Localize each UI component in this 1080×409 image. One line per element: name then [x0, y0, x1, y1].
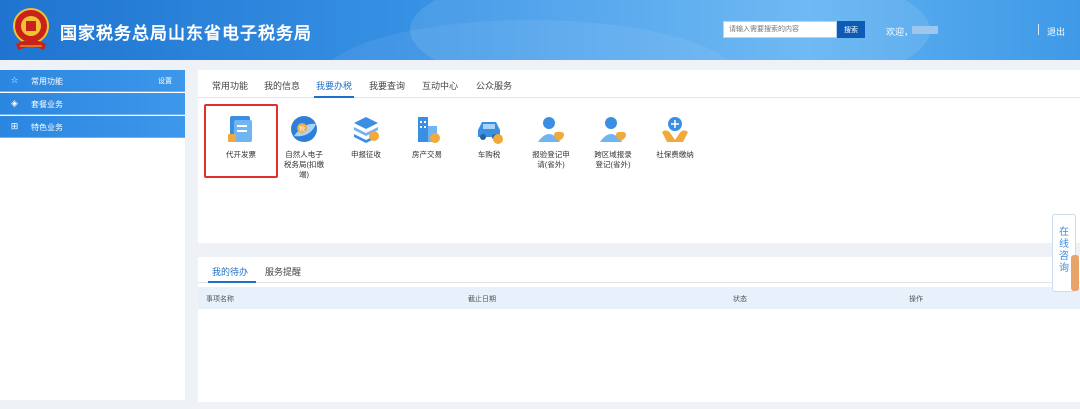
active-tab-indicator — [208, 281, 256, 283]
star-icon: ☆ — [10, 75, 19, 85]
func-label: 申报征收 — [351, 150, 381, 159]
online-consult-button[interactable]: 在 线 咨 询 — [1052, 214, 1079, 292]
sidebar-item-special[interactable]: ⊞ 特色业务 — [0, 116, 185, 138]
sidebar-item-common[interactable]: ☆ 常用功能 设置 — [0, 70, 185, 92]
func-label: 请(省外) — [537, 160, 565, 169]
func-car-purchase-tax[interactable]: 车购税 — [459, 114, 519, 160]
consult-char: 在 — [1059, 227, 1069, 238]
func-label: 自然人电子 — [285, 150, 323, 159]
active-tab-indicator — [314, 96, 354, 98]
func-natural-person-tax[interactable]: 税 自然人电子 税务局(扣缴 端) — [274, 114, 334, 180]
func-label: 车购税 — [477, 150, 501, 159]
func-issue-invoice[interactable]: 代开发票 — [211, 114, 271, 160]
func-declaration-collection[interactable]: 申报征收 — [336, 114, 396, 160]
sidebar-item-package[interactable]: ◈ 套餐业务 — [0, 93, 185, 115]
mascot-icon — [1071, 255, 1079, 291]
car-tax-icon — [478, 122, 503, 144]
column-header: 事项名称 — [206, 296, 234, 303]
func-social-security[interactable]: 社保费缴纳 — [645, 114, 705, 160]
sidebar-item-label: 特色业务 — [31, 123, 63, 132]
sidebar-item-label: 套餐业务 — [31, 100, 63, 109]
column-header: 截止日期 — [468, 296, 496, 303]
search-button[interactable]: 搜索 — [837, 21, 865, 38]
column-header: 操作 — [909, 296, 923, 303]
package-icon: ◈ — [11, 98, 18, 108]
func-label: 税务局(扣缴 — [284, 160, 324, 169]
tab-service-reminder[interactable]: 服务提醒 — [265, 265, 301, 278]
func-label: 房产交易 — [412, 150, 442, 159]
sidebar: ☆ 常用功能 设置 ◈ 套餐业务 ⊞ 特色业务 — [0, 70, 185, 400]
header-bar: 国家税务总局山东省电子税务局 搜索 欢迎， 退出 — [0, 0, 1080, 60]
tab-public-service[interactable]: 公众服务 — [476, 79, 512, 92]
func-real-estate[interactable]: 房产交易 — [397, 114, 457, 160]
welcome-text: 欢迎， — [886, 27, 914, 37]
todo-tabs: 我的待办 服务提醒 — [198, 257, 1080, 283]
logout-link[interactable]: 退出 — [1047, 25, 1065, 38]
search-input[interactable] — [723, 21, 837, 38]
username-redacted — [912, 26, 938, 34]
site-title: 国家税务总局山东省电子税务局 — [60, 24, 312, 43]
tax-bureau-icon: 税 — [291, 116, 317, 142]
invoice-icon — [228, 116, 252, 142]
declaration-icon — [354, 117, 379, 143]
tax-emblem-icon — [13, 8, 49, 50]
todo-panel: 我的待办 服务提醒 事项名称 截止日期 状态 操作 — [198, 257, 1080, 402]
consult-char: 线 — [1059, 239, 1069, 250]
func-label: 报验登记申 — [532, 150, 570, 159]
func-inspection-registration[interactable]: 报验登记申 请(省外) — [521, 114, 581, 170]
function-panel: 常用功能 我的信息 我要办税 我要查询 互动中心 公众服务 代开发票 税 自然人… — [198, 70, 1080, 243]
grid-icon: ⊞ — [10, 121, 19, 131]
tab-my-todo[interactable]: 我的待办 — [212, 265, 248, 278]
cross-region-icon — [600, 117, 626, 142]
real-estate-icon — [418, 117, 440, 143]
func-label: 端) — [299, 170, 309, 179]
table-body — [198, 309, 1080, 399]
func-label: 登记(省外) — [595, 160, 631, 169]
settings-link[interactable]: 设置 — [158, 76, 172, 86]
tab-tax-handling[interactable]: 我要办税 — [316, 79, 352, 92]
tab-interaction[interactable]: 互动中心 — [422, 79, 458, 92]
divider — [1038, 24, 1039, 35]
social-security-icon — [662, 117, 688, 142]
tab-query[interactable]: 我要查询 — [369, 79, 405, 92]
main-tabs: 常用功能 我的信息 我要办税 我要查询 互动中心 公众服务 — [198, 70, 1080, 98]
page-bottom — [0, 402, 1080, 409]
sidebar-item-label: 常用功能 — [31, 77, 63, 86]
func-label: 社保费缴纳 — [656, 150, 694, 159]
func-label: 代开发票 — [226, 150, 256, 159]
func-label: 跨区域报录 — [594, 150, 632, 159]
column-header: 状态 — [733, 296, 747, 303]
tab-my-info[interactable]: 我的信息 — [264, 79, 300, 92]
tab-common[interactable]: 常用功能 — [212, 79, 248, 92]
registration-icon — [538, 117, 564, 142]
func-cross-region-registration[interactable]: 跨区域报录 登记(省外) — [583, 114, 643, 170]
svg-text:税: 税 — [299, 125, 305, 133]
table-header: 事项名称 截止日期 状态 操作 — [198, 287, 1080, 309]
